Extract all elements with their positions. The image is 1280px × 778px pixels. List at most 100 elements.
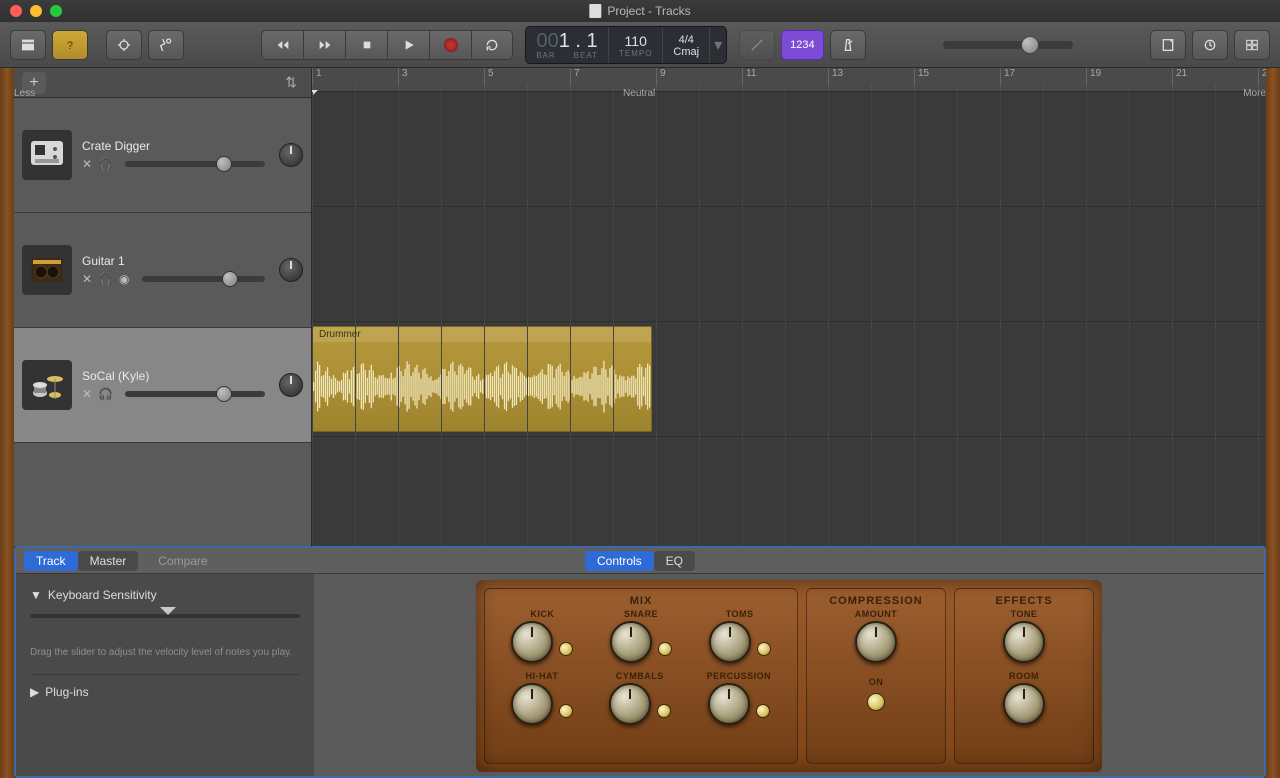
tab-compare[interactable]: Compare (146, 551, 219, 571)
volume-slider[interactable] (125, 391, 265, 397)
disclosure-triangle-icon[interactable]: ▶ (30, 685, 39, 699)
timeline-lane[interactable] (312, 92, 1266, 207)
lcd-display[interactable]: 001 . 1 BARBEAT 110 TEMPO 4/4 Cmaj ▾ (525, 26, 727, 64)
pan-knob[interactable] (279, 143, 303, 167)
svg-text:?: ? (67, 40, 73, 52)
wood-frame-left (0, 68, 14, 778)
record-button[interactable] (429, 30, 471, 60)
window-titlebar: Project - Tracks (0, 0, 1280, 22)
hihat-knob[interactable] (511, 683, 553, 725)
metronome-button[interactable] (830, 30, 866, 60)
headphones-icon[interactable]: 🎧 (98, 157, 113, 171)
pan-knob[interactable] (279, 258, 303, 282)
cycle-button[interactable] (471, 30, 513, 60)
timeline-lane[interactable] (312, 207, 1266, 322)
percussion-led-icon[interactable] (756, 704, 770, 718)
timeline-lane[interactable]: Drummer (312, 322, 1266, 437)
compression-amount-knob[interactable] (855, 621, 897, 663)
tab-eq[interactable]: EQ (654, 551, 695, 571)
volume-slider[interactable] (142, 276, 266, 282)
lcd-key-sig[interactable]: 4/4 Cmaj (663, 27, 710, 63)
snare-led-icon[interactable] (658, 642, 672, 656)
cymbals-led-icon[interactable] (657, 704, 671, 718)
mute-icon[interactable]: ✕ (82, 387, 92, 401)
play-button[interactable] (387, 30, 429, 60)
mute-icon[interactable]: ✕ (82, 157, 92, 171)
kick-led-icon[interactable] (559, 642, 573, 656)
mix-section: MIX KICK SNARE TOMS HI-HAT CYMBALS PERCU… (484, 588, 798, 764)
rewind-button[interactable] (261, 30, 303, 60)
editors-button[interactable] (148, 30, 184, 60)
cymbals-knob[interactable] (609, 683, 651, 725)
hihat-led-icon[interactable] (559, 704, 573, 718)
track-name: Crate Digger (82, 139, 265, 153)
tab-master[interactable]: Master (78, 551, 139, 571)
tuner-button[interactable] (739, 30, 775, 60)
lcd-position[interactable]: 001 . 1 BARBEAT (526, 27, 609, 63)
notepad-button[interactable] (1150, 30, 1186, 60)
region-title: Drummer (313, 327, 651, 342)
track-row[interactable]: Crate Digger ✕ 🎧 (14, 98, 311, 213)
editor-sidebar: ▼ Keyboard Sensitivity Less Neutral More… (16, 574, 314, 776)
timeline[interactable]: 1357911131517192123 Drummer (312, 68, 1266, 546)
master-volume-slider[interactable] (943, 41, 1073, 49)
volume-slider[interactable] (125, 161, 265, 167)
lcd-menu-chevron-icon[interactable]: ▾ (710, 27, 726, 63)
smart-controls-panel: MIX KICK SNARE TOMS HI-HAT CYMBALS PERCU… (476, 580, 1102, 772)
document-icon (589, 4, 601, 18)
media-browser-button[interactable] (1234, 30, 1270, 60)
editor-panel: Track Master Compare Controls EQ ▼ Keybo… (14, 546, 1266, 778)
transport-controls (261, 30, 513, 60)
plugins-header[interactable]: ▶ Plug-ins (30, 685, 300, 699)
headphones-icon[interactable]: 🎧 (98, 272, 113, 286)
library-button[interactable] (10, 30, 46, 60)
window-title: Project - Tracks (607, 4, 690, 18)
editor-tabs: Track Master Compare Controls EQ (16, 548, 1264, 574)
forward-button[interactable] (303, 30, 345, 60)
disclosure-triangle-icon[interactable]: ▼ (30, 588, 42, 602)
sensitivity-slider[interactable] (30, 602, 300, 632)
loops-button[interactable] (1192, 30, 1228, 60)
instrument-icon (22, 360, 72, 410)
track-list: + ⇅ Crate Digger ✕ 🎧 (14, 68, 312, 546)
compression-on-led-icon[interactable] (867, 693, 885, 711)
track-name: SoCal (Kyle) (82, 369, 265, 383)
record-icon (444, 38, 458, 52)
snare-knob[interactable] (610, 621, 652, 663)
compression-section: COMPRESSION AMOUNT ON (806, 588, 946, 764)
track-row[interactable]: SoCal (Kyle) ✕ 🎧 (14, 328, 311, 443)
mute-icon[interactable]: ✕ (82, 272, 92, 286)
toms-knob[interactable] (709, 621, 751, 663)
close-window-icon[interactable] (10, 5, 22, 17)
sensitivity-header[interactable]: ▼ Keyboard Sensitivity (30, 588, 300, 602)
instrument-icon (22, 245, 72, 295)
editor-main: MIX KICK SNARE TOMS HI-HAT CYMBALS PERCU… (314, 574, 1264, 776)
track-name: Guitar 1 (82, 254, 265, 268)
maximize-window-icon[interactable] (50, 5, 62, 17)
stop-button[interactable] (345, 30, 387, 60)
kick-knob[interactable] (511, 621, 553, 663)
track-row[interactable]: Guitar 1 ✕ 🎧 ◉ (14, 213, 311, 328)
input-monitor-icon[interactable]: ◉ (119, 272, 129, 286)
smart-controls-button[interactable] (106, 30, 142, 60)
pan-knob[interactable] (279, 373, 303, 397)
tone-knob[interactable] (1003, 621, 1045, 663)
tab-track[interactable]: Track (24, 551, 78, 571)
main-toolbar: ? 001 . 1 BARBEAT 110 TEMPO 4/4 Cmaj ▾ 1… (0, 22, 1280, 68)
waveform-icon (313, 342, 651, 431)
lcd-tempo[interactable]: 110 TEMPO (609, 27, 663, 63)
drummer-region[interactable]: Drummer (312, 326, 652, 432)
quick-help-button[interactable]: ? (52, 30, 88, 60)
window-controls (10, 5, 62, 17)
toms-led-icon[interactable] (757, 642, 771, 656)
minimize-window-icon[interactable] (30, 5, 42, 17)
sensitivity-help: Drag the slider to adjust the velocity l… (30, 646, 300, 660)
count-in-button[interactable]: 1234 (781, 30, 823, 60)
instrument-icon (22, 130, 72, 180)
headphones-icon[interactable]: 🎧 (98, 387, 113, 401)
wood-frame-right (1266, 68, 1280, 778)
room-knob[interactable] (1003, 683, 1045, 725)
percussion-knob[interactable] (708, 683, 750, 725)
tab-controls[interactable]: Controls (585, 551, 654, 571)
effects-section: EFFECTS TONE ROOM (954, 588, 1094, 764)
